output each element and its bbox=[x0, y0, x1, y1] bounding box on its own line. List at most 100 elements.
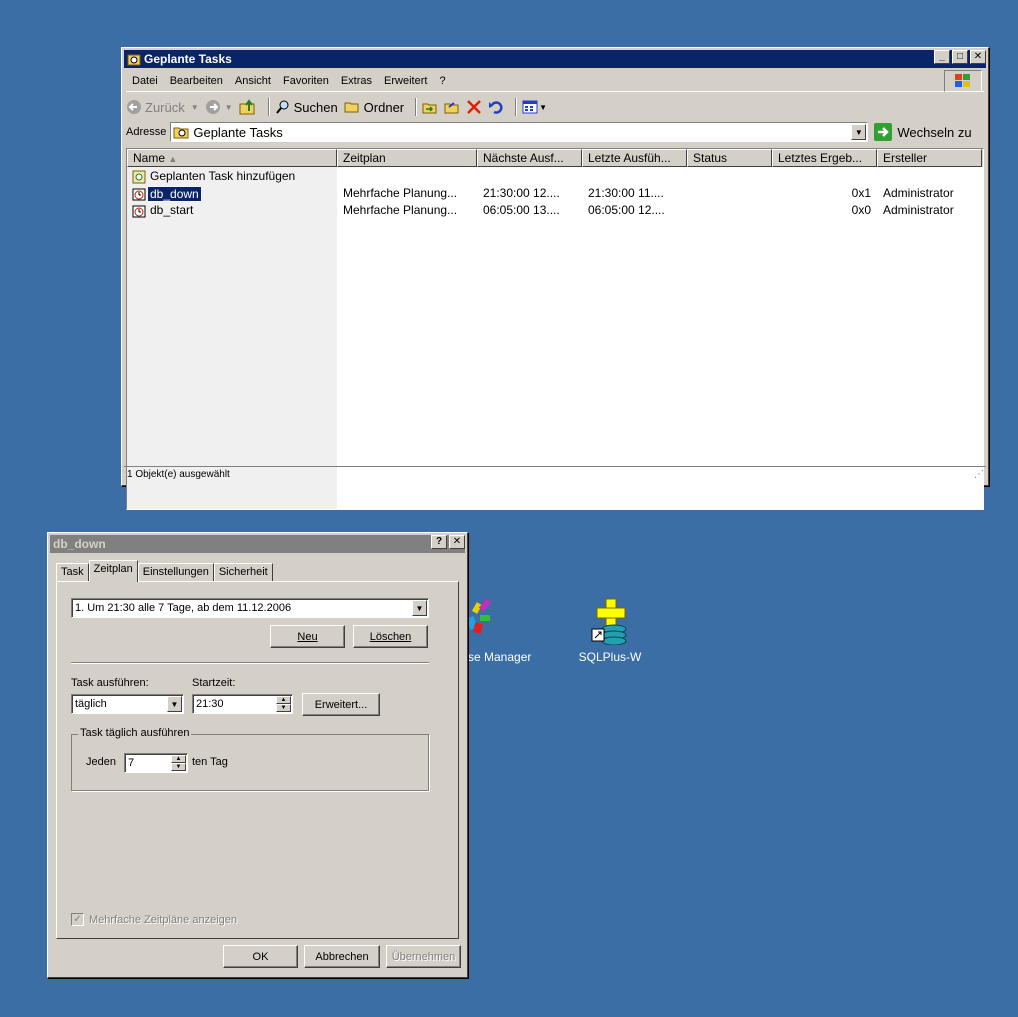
back-button[interactable]: Zurück ▼ bbox=[126, 99, 199, 115]
back-arrow-icon bbox=[127, 100, 141, 114]
go-button[interactable]: Wechseln zu bbox=[874, 123, 972, 141]
dialog-title: db_down bbox=[53, 537, 106, 551]
table-row[interactable]: db_start Mehrfache Planung... 06:05:00 1… bbox=[127, 202, 982, 219]
address-dropdown-button[interactable]: ▼ bbox=[851, 124, 867, 140]
undo-button[interactable] bbox=[488, 99, 504, 115]
every-label: Jeden bbox=[86, 756, 116, 768]
menu-ansicht[interactable]: Ansicht bbox=[229, 75, 277, 87]
divider bbox=[71, 662, 429, 664]
forward-button[interactable]: ▼ bbox=[205, 99, 233, 115]
copy-to-icon bbox=[444, 102, 459, 114]
day-label: ten Tag bbox=[192, 756, 228, 768]
ok-button[interactable]: OK bbox=[223, 945, 298, 968]
daily-group: Task täglich ausführen Jeden 7 ▲ ▼ ten T… bbox=[71, 727, 429, 791]
close-button[interactable]: ✕ bbox=[970, 50, 986, 64]
every-days-spinner[interactable]: ▲ ▼ bbox=[171, 755, 186, 771]
sqlplus-icon bbox=[591, 598, 627, 645]
undo-icon bbox=[489, 101, 503, 114]
tab-task[interactable]: Task bbox=[56, 563, 89, 582]
views-button[interactable]: ▼ bbox=[522, 99, 547, 115]
dialog-tabs: Task Zeitplan Einstellungen Sicherheit bbox=[56, 560, 273, 582]
help-button[interactable]: ? bbox=[431, 535, 447, 549]
run-frequency-select[interactable]: täglich ▼ bbox=[71, 694, 184, 714]
task-clock-icon bbox=[132, 205, 146, 217]
table-row[interactable]: db_down Mehrfache Planung... 21:30:00 12… bbox=[127, 185, 982, 202]
list-header: Name ▲ Zeitplan Nächste Ausf... Letzte A… bbox=[127, 149, 983, 167]
schedule-panel: 1. Um 21:30 alle 7 Tage, ab dem 11.12.20… bbox=[56, 581, 459, 939]
forward-arrow-icon bbox=[205, 100, 220, 114]
copy-to-button[interactable] bbox=[444, 99, 460, 115]
col-header-result[interactable]: Letztes Ergeb... bbox=[772, 149, 877, 167]
up-folder-icon bbox=[239, 99, 255, 115]
tab-schedule[interactable]: Zeitplan bbox=[88, 560, 138, 582]
manager-icon bbox=[466, 598, 492, 634]
menu-bearbeiten[interactable]: Bearbeiten bbox=[164, 75, 229, 87]
start-time-label: Startzeit: bbox=[192, 677, 236, 689]
folder-clock-icon bbox=[127, 54, 141, 66]
every-days-input[interactable]: 7 ▲ ▼ bbox=[124, 753, 188, 773]
search-icon bbox=[275, 100, 289, 114]
task-list: Name ▲ Zeitplan Nächste Ausf... Letzte A… bbox=[126, 148, 984, 510]
col-header-last-run[interactable]: Letzte Ausfüh... bbox=[582, 149, 687, 167]
status-bar: 1 Objekt(e) ausgewählt ⋰ bbox=[124, 466, 986, 483]
dialog-close-button[interactable]: ✕ bbox=[449, 535, 465, 549]
run-task-label: Task ausführen: bbox=[71, 677, 149, 689]
folder-icon bbox=[344, 102, 359, 113]
address-value: Geplante Tasks bbox=[193, 124, 283, 140]
up-folder-button[interactable] bbox=[239, 99, 257, 115]
start-time-spinner[interactable]: ▲ ▼ bbox=[276, 696, 291, 712]
manager-icon-label: se Manager bbox=[468, 650, 532, 664]
menu-erweitert[interactable]: Erweitert bbox=[378, 75, 433, 87]
delete-x-icon bbox=[467, 100, 482, 114]
task-clock-icon bbox=[132, 188, 146, 200]
views-icon bbox=[522, 100, 538, 114]
folder-clock-icon bbox=[173, 127, 189, 139]
windows-logo-icon bbox=[944, 70, 982, 92]
scheduled-tasks-window: Geplante Tasks _ □ ✕ Datei Bearbeiten An… bbox=[121, 47, 989, 510]
chevron-down-icon[interactable]: ▼ bbox=[412, 600, 427, 616]
menu-datei[interactable]: Datei bbox=[126, 75, 164, 87]
list-item[interactable]: Geplanten Task hinzufügen bbox=[127, 168, 337, 185]
col-header-creator[interactable]: Ersteller bbox=[877, 149, 982, 167]
go-arrow-icon bbox=[874, 123, 893, 141]
checkbox-icon: ✓ bbox=[71, 913, 84, 926]
schedule-select[interactable]: 1. Um 21:30 alle 7 Tage, ab dem 11.12.20… bbox=[71, 598, 429, 618]
add-task-icon bbox=[132, 170, 146, 183]
cancel-button[interactable]: Abbrechen bbox=[304, 945, 380, 968]
resize-grip[interactable]: ⋰ bbox=[974, 467, 984, 483]
search-button[interactable]: Suchen bbox=[275, 99, 338, 115]
col-header-status[interactable]: Status bbox=[687, 149, 772, 167]
advanced-button[interactable]: Erweitert... bbox=[302, 693, 380, 716]
menu-favoriten[interactable]: Favoriten bbox=[277, 75, 335, 87]
menubar: Datei Bearbeiten Ansicht Favoriten Extra… bbox=[126, 70, 984, 92]
desktop-icon-sqlplus[interactable]: SQLPlus-W bbox=[570, 595, 650, 664]
start-time-input[interactable]: 21:30 ▲ ▼ bbox=[192, 694, 293, 714]
maximize-button[interactable]: □ bbox=[952, 50, 968, 64]
tab-settings[interactable]: Einstellungen bbox=[137, 563, 214, 582]
multiple-schedules-checkbox: ✓ Mehrfache Zeitpläne anzeigen bbox=[71, 913, 237, 926]
menu-help[interactable]: ? bbox=[433, 75, 451, 87]
folders-button[interactable]: Ordner bbox=[344, 99, 404, 115]
desktop-icon-manager[interactable]: se Manager bbox=[462, 595, 542, 664]
col-header-name[interactable]: Name ▲ bbox=[127, 149, 337, 167]
daily-group-label: Task täglich ausführen bbox=[78, 727, 192, 739]
task-properties-dialog: db_down ? ✕ Task Zeitplan Einstellungen … bbox=[47, 532, 468, 978]
col-header-next-run[interactable]: Nächste Ausf... bbox=[477, 149, 582, 167]
minimize-button[interactable]: _ bbox=[934, 50, 950, 64]
explorer-toolbar: Zurück ▼ ▼ Suchen Ordner ▼ bbox=[126, 95, 984, 119]
move-to-icon bbox=[422, 103, 437, 114]
explorer-titlebar[interactable]: Geplante Tasks bbox=[124, 50, 986, 68]
apply-button[interactable]: Übernehmen bbox=[386, 945, 461, 968]
menu-extras[interactable]: Extras bbox=[335, 75, 378, 87]
new-schedule-button[interactable]: Neu bbox=[270, 625, 345, 648]
address-input[interactable]: Geplante Tasks ▼ bbox=[170, 122, 869, 142]
tab-security[interactable]: Sicherheit bbox=[213, 563, 273, 582]
delete-button[interactable] bbox=[466, 99, 482, 115]
chevron-down-icon[interactable]: ▼ bbox=[167, 696, 182, 712]
move-to-button[interactable] bbox=[422, 99, 438, 115]
address-bar: Adresse Geplante Tasks ▼ Wechseln zu bbox=[126, 120, 984, 144]
dialog-titlebar[interactable]: db_down bbox=[50, 535, 465, 553]
delete-schedule-button[interactable]: Löschen bbox=[353, 625, 428, 648]
col-header-schedule[interactable]: Zeitplan bbox=[337, 149, 477, 167]
explorer-title: Geplante Tasks bbox=[144, 52, 232, 66]
